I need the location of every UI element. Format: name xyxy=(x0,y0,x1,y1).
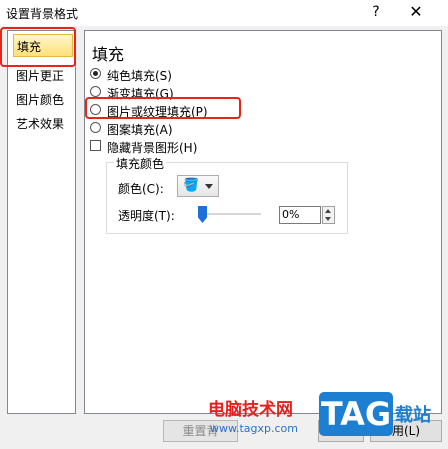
sidebar-item-picture-corrections[interactable]: 图片更正 xyxy=(16,67,64,84)
radio-gradient-fill[interactable] xyxy=(90,86,101,97)
close-icon[interactable]: ✕ xyxy=(404,2,428,22)
transparency-slider-track[interactable] xyxy=(199,213,261,215)
watermark-side-text: 载站 xyxy=(395,405,431,426)
radio-solid-fill[interactable] xyxy=(90,68,101,79)
spin-down-icon[interactable] xyxy=(325,217,331,221)
sidebar-item-artistic-effects[interactable]: 艺术效果 xyxy=(16,115,64,132)
watermark-text: 电脑技术网 xyxy=(208,400,293,420)
panel-heading: 填充 xyxy=(92,45,125,64)
highlight-box xyxy=(85,97,241,119)
hide-background-checkbox[interactable] xyxy=(90,140,101,151)
spin-up-icon[interactable] xyxy=(325,209,331,213)
transparency-input[interactable]: 0% xyxy=(279,206,321,224)
help-icon[interactable]: ? xyxy=(366,2,386,22)
color-label: 颜色(C): xyxy=(118,182,164,196)
sidebar: 填充 图片更正 图片颜色 艺术效果 xyxy=(7,30,76,414)
watermark-logo: TAG xyxy=(319,392,393,436)
highlight-box xyxy=(0,27,76,67)
watermark-url: www.tagxp.com xyxy=(210,422,298,435)
option-label: 纯色填充(S) xyxy=(107,69,172,83)
transparency-spinner[interactable] xyxy=(322,206,335,224)
radio-pattern-fill[interactable] xyxy=(90,122,101,133)
option-label: 图案填充(A) xyxy=(107,123,173,137)
title-bar: 设置背景格式 ? ✕ xyxy=(0,0,448,26)
window-title: 设置背景格式 xyxy=(6,7,79,21)
chevron-down-icon xyxy=(205,184,213,189)
option-label: 隐藏背景图形(H) xyxy=(107,141,198,155)
paint-bucket-icon: 🪣 xyxy=(183,178,200,193)
transparency-label: 透明度(T): xyxy=(118,209,175,223)
group-title: 填充颜色 xyxy=(114,155,167,172)
color-picker-button[interactable]: 🪣 xyxy=(177,175,219,197)
sidebar-item-picture-color[interactable]: 图片颜色 xyxy=(16,91,64,108)
